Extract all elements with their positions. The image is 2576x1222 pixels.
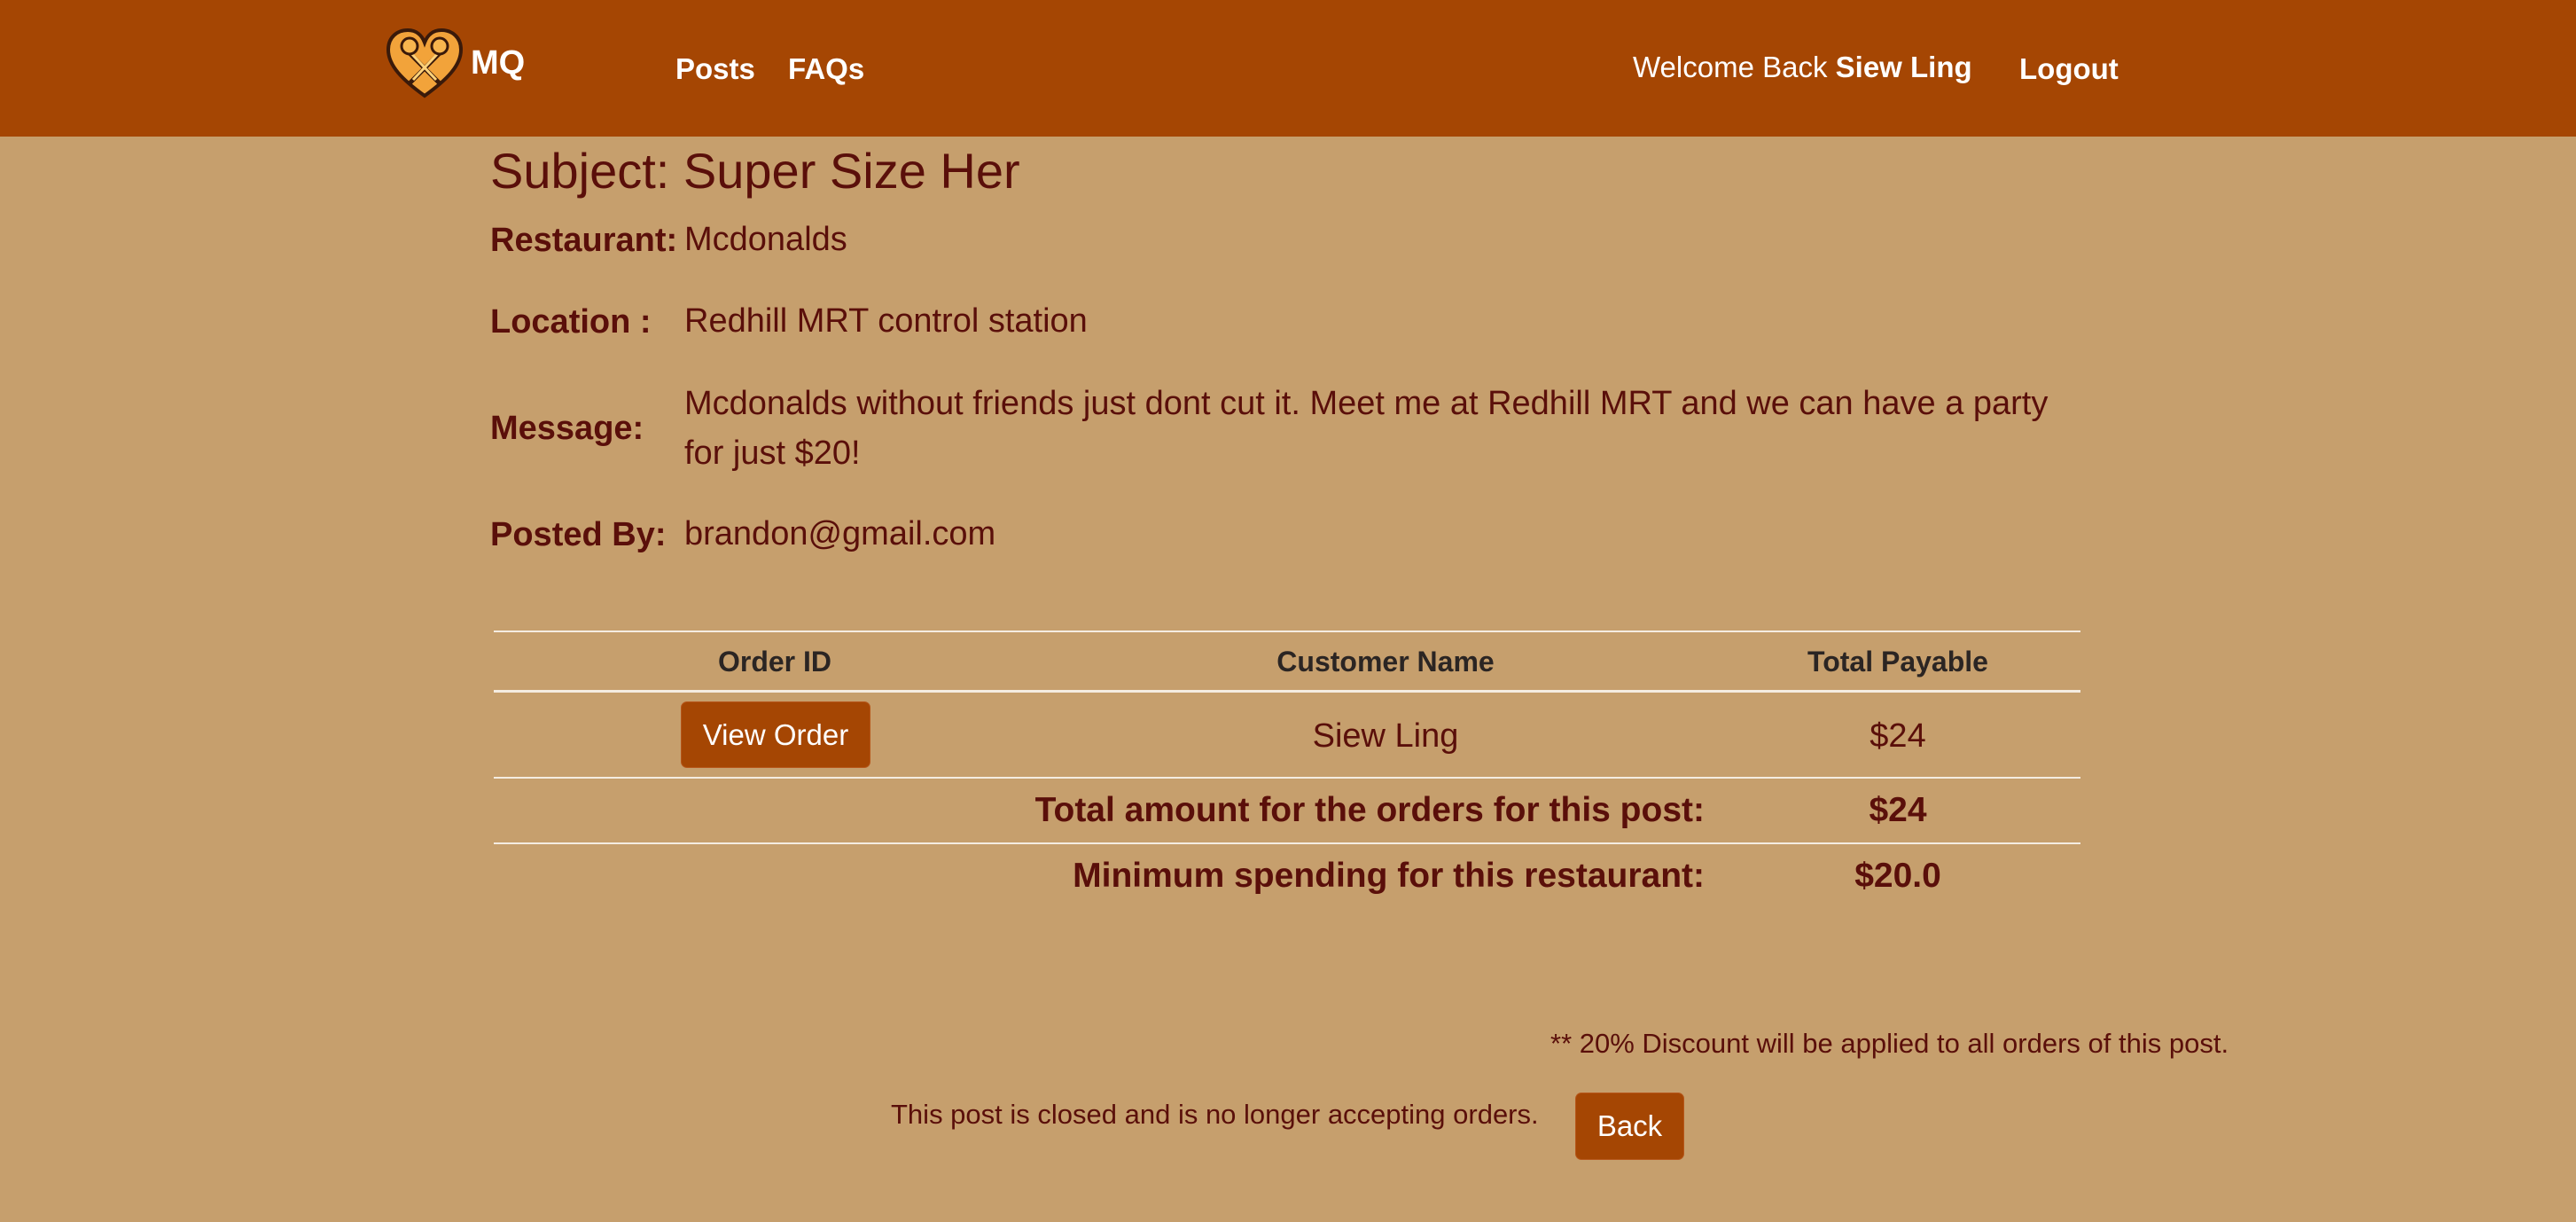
column-header-customer-name: Customer Name — [1276, 646, 1495, 678]
message-label: Message: — [490, 410, 644, 447]
closed-note: This post is closed and is no longer acc… — [891, 1099, 1539, 1130]
column-header-order-id: Order ID — [717, 646, 832, 678]
posted-by-value: brandon@gmail.com — [684, 515, 996, 552]
post-subject: Subject: Super Size Her — [490, 143, 1020, 199]
total-amount-label: Total amount for the orders for this pos… — [1034, 791, 1705, 829]
welcome-message: Welcome Back Siew Ling — [1633, 50, 1972, 85]
view-order-button[interactable]: View Order — [681, 701, 870, 768]
total-payable-cell: $24 — [1870, 717, 1926, 755]
summary-divider — [494, 842, 2080, 844]
location-label: Location : — [490, 303, 652, 341]
nav-link-faqs[interactable]: FAQs — [788, 51, 864, 87]
message-value-line-1: Mcdonalds without friends just dont cut … — [684, 385, 2049, 422]
total-amount-value: $24 — [1869, 791, 1927, 829]
discount-note: ** 20% Discount will be applied to all o… — [1550, 1028, 2229, 1059]
posted-by-label: Posted By: — [490, 516, 667, 553]
row-divider — [494, 777, 2080, 779]
pretzel-heart-icon[interactable] — [385, 27, 464, 101]
location-value: Redhill MRT control station — [684, 302, 1088, 340]
column-header-total-payable: Total Payable — [1807, 646, 1988, 678]
message-value-line-2: for just $20! — [684, 435, 861, 472]
restaurant-label: Restaurant: — [490, 222, 678, 259]
welcome-prefix: Welcome Back — [1633, 51, 1828, 83]
navbar: MQ Posts FAQs Welcome Back Siew Ling Log… — [0, 0, 2576, 137]
minimum-spending-label: Minimum spending for this restaurant: — [1073, 857, 1705, 895]
restaurant-value: Mcdonalds — [684, 221, 847, 258]
table-top-border — [494, 631, 2080, 632]
nav-link-posts[interactable]: Posts — [675, 51, 755, 87]
minimum-spending-value: $20.0 — [1854, 857, 1941, 895]
customer-name-cell: Siew Ling — [1312, 717, 1459, 755]
table-header-border — [494, 690, 2080, 693]
brand-name[interactable]: MQ — [471, 43, 525, 83]
back-button[interactable]: Back — [1575, 1093, 1684, 1160]
welcome-user-name: Siew Ling — [1835, 51, 1972, 83]
logout-link[interactable]: Logout — [2019, 51, 2119, 87]
